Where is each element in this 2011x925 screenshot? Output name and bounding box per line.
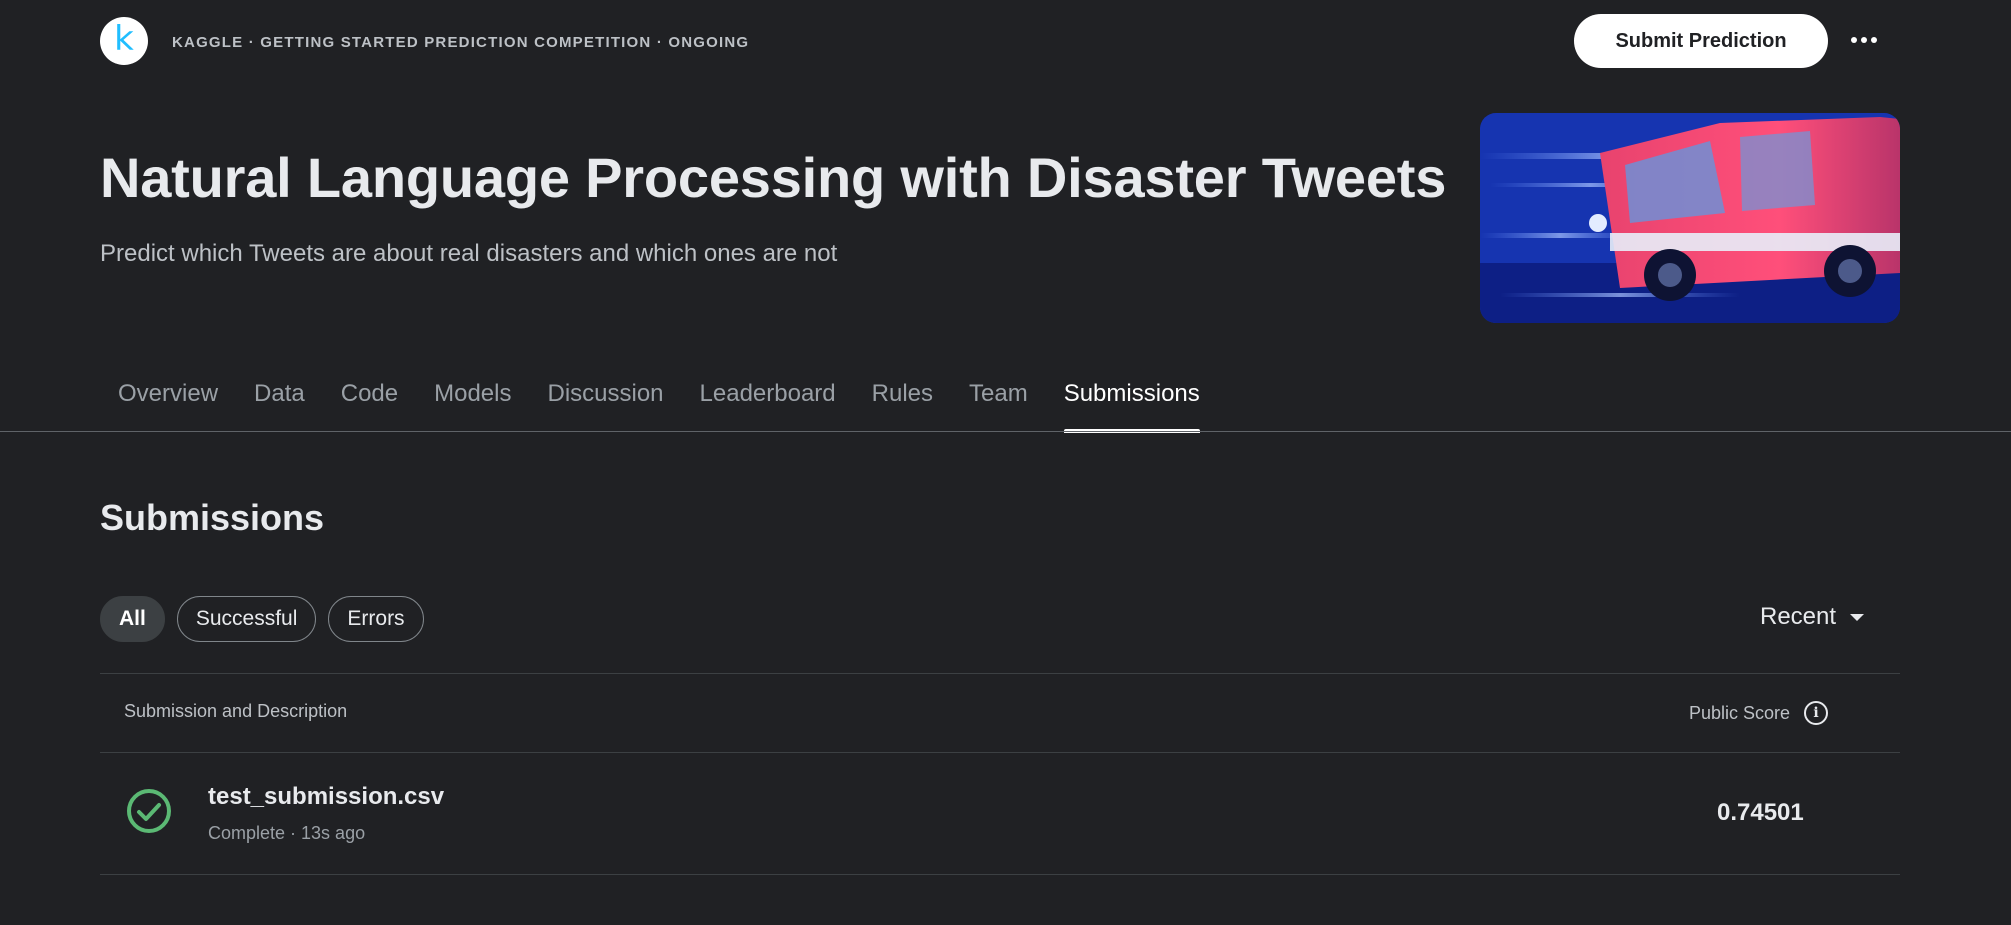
tab-overview[interactable]: Overview [100, 380, 236, 432]
tab-team[interactable]: Team [951, 380, 1046, 432]
more-options-icon[interactable] [1846, 22, 1882, 58]
section-title: Submissions [100, 497, 325, 538]
table-top-divider [100, 673, 1900, 674]
header-divider [100, 752, 1900, 753]
kaggle-logo-letter: k [114, 19, 134, 59]
competition-tabs: Overview Data Code Models Discussion Lea… [100, 380, 1218, 433]
row-divider [100, 874, 1900, 875]
submission-filters: All Successful Errors [100, 596, 424, 642]
public-score: 0.74501 [1717, 799, 1804, 826]
filter-successful[interactable]: Successful [176, 596, 317, 642]
competition-page: k KAGGLE · GETTING STARTED PREDICTION CO… [0, 0, 2011, 925]
check-circle-icon [127, 789, 171, 833]
column-header-score-label: Public Score [1689, 702, 1791, 723]
tab-submissions[interactable]: Submissions [1046, 380, 1218, 433]
tab-models[interactable]: Models [416, 380, 529, 432]
tab-discussion[interactable]: Discussion [529, 380, 681, 432]
submit-prediction-button[interactable]: Submit Prediction [1574, 14, 1828, 68]
tabs-divider [0, 431, 2011, 432]
caret-down-icon [1850, 613, 1865, 621]
submission-status: Complete · 13s ago [208, 823, 366, 843]
competition-title: Natural Language Processing with Disaste… [100, 146, 1447, 209]
sort-label: Recent [1760, 603, 1837, 630]
tab-code[interactable]: Code [323, 380, 416, 432]
info-icon[interactable]: i [1804, 701, 1829, 725]
tab-data[interactable]: Data [236, 380, 323, 432]
tab-leaderboard[interactable]: Leaderboard [682, 380, 854, 432]
sort-dropdown[interactable]: Recent [1760, 603, 1865, 631]
column-header-score: Public Score i [1689, 701, 1829, 725]
column-header-submission: Submission and Description [124, 701, 348, 721]
kaggle-logo[interactable]: k [100, 17, 148, 65]
tab-rules[interactable]: Rules [854, 380, 951, 432]
filter-errors[interactable]: Errors [328, 596, 424, 642]
competition-subtitle: Predict which Tweets are about real disa… [100, 240, 838, 267]
filter-all[interactable]: All [100, 596, 165, 642]
competition-header-image [1480, 113, 1900, 323]
breadcrumb: KAGGLE · GETTING STARTED PREDICTION COMP… [172, 34, 750, 51]
submission-file-name[interactable]: test_submission.csv [208, 783, 444, 811]
